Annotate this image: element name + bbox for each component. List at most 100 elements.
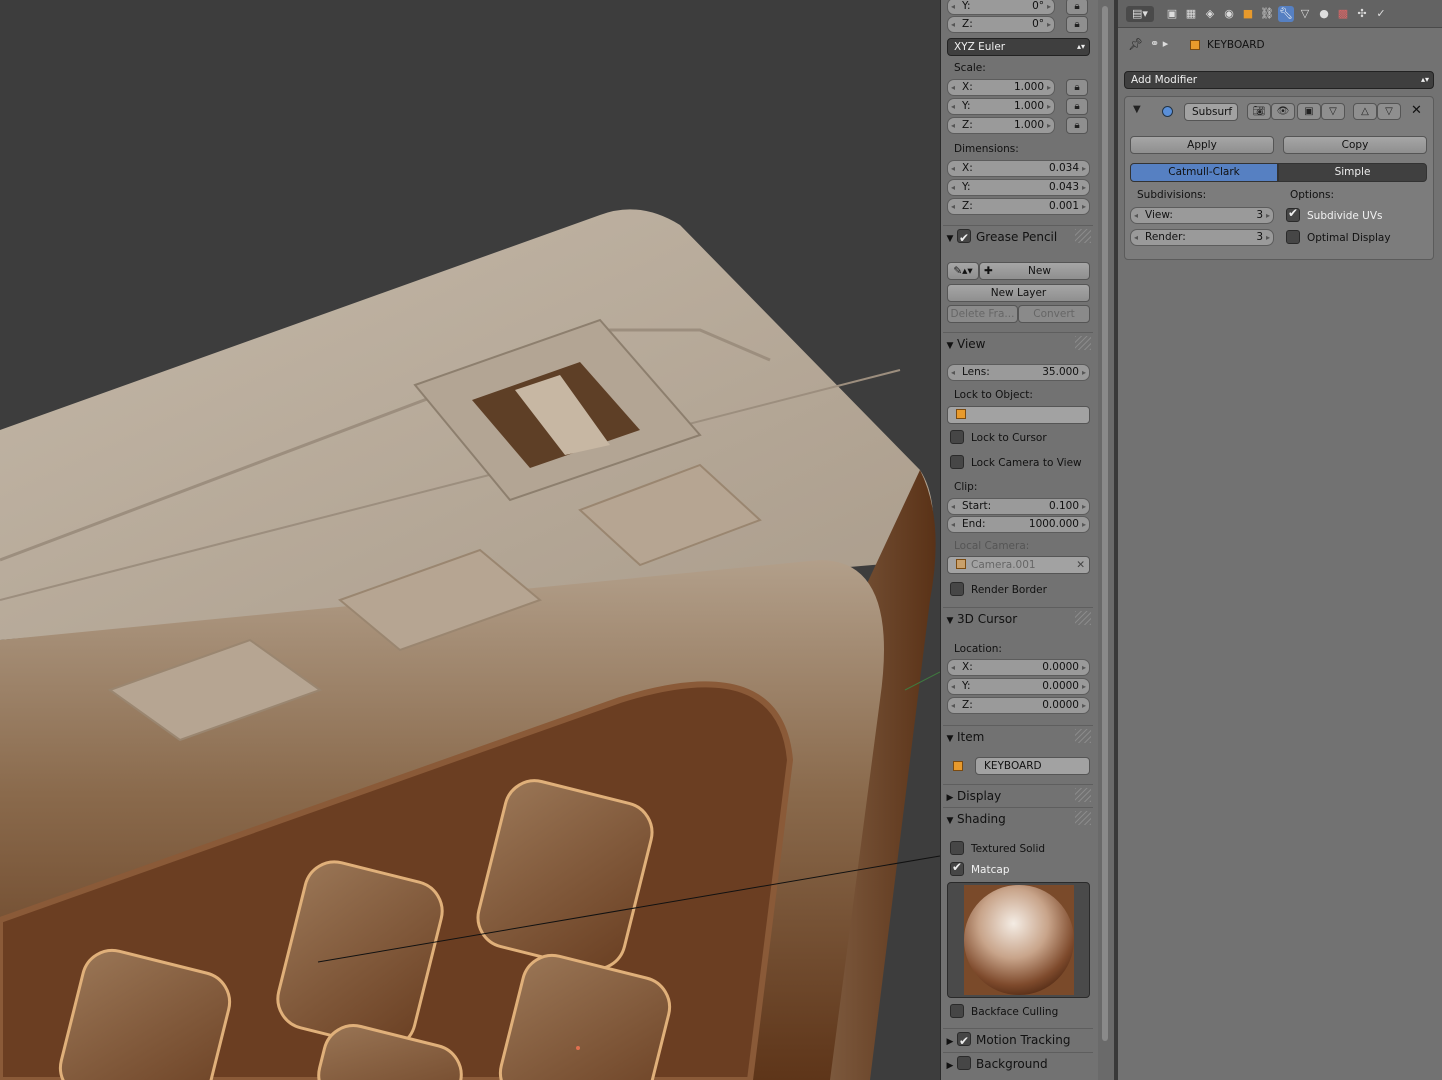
clear-x-icon[interactable]: ✕: [1076, 557, 1085, 573]
cursor-x-field[interactable]: X:0.0000: [947, 659, 1090, 676]
drag-grip-icon[interactable]: [1075, 229, 1091, 243]
particles-context-icon[interactable]: ✣: [1354, 6, 1370, 22]
backface-culling-checkbox[interactable]: [950, 1004, 964, 1018]
dimensions-label: Dimensions:: [954, 143, 1019, 155]
background-images-checkbox[interactable]: [957, 1056, 971, 1070]
lock-rotation-y-button[interactable]: 🔒︎: [1066, 0, 1088, 15]
lock-icon: 🔒︎: [1074, 120, 1080, 131]
view-panel-header[interactable]: ▼ View: [943, 332, 1093, 354]
matcap-preview-button[interactable]: [947, 882, 1090, 998]
on-cage-toggle-icon[interactable]: ▽: [1321, 103, 1345, 120]
item-name-field[interactable]: KEYBOARD: [975, 757, 1090, 775]
expanded-triangle-icon: ▼: [946, 341, 954, 351]
matcap-checkbox[interactable]: [950, 860, 964, 876]
textured-solid-checkbox[interactable]: [950, 841, 964, 855]
edit-mode-toggle-icon[interactable]: ▣: [1297, 103, 1321, 120]
lens-field[interactable]: Lens:35.000: [947, 364, 1090, 381]
dimensions-x-field[interactable]: X:0.034: [947, 160, 1090, 177]
editor-type-menu[interactable]: ▤▾: [1126, 6, 1154, 22]
delete-frame-button[interactable]: Delete Fra...: [947, 305, 1018, 323]
matcap-label: Matcap: [971, 864, 1010, 876]
remove-modifier-close-icon[interactable]: ✕: [1411, 103, 1422, 118]
scale-y-field[interactable]: Y:1.000: [947, 98, 1055, 115]
viewport-toggle-eye-icon[interactable]: 👁︎: [1271, 103, 1295, 120]
constraints-context-icon[interactable]: ⛓: [1259, 6, 1275, 22]
motion-tracking-checkbox[interactable]: [957, 1030, 971, 1052]
lock-icon: 🔒︎: [1074, 19, 1080, 30]
background-images-panel-header[interactable]: ▶Background Images: [943, 1052, 1093, 1074]
catmull-clark-toggle[interactable]: Catmull-Clark: [1130, 163, 1278, 182]
render-layers-context-icon[interactable]: ▦: [1183, 6, 1199, 22]
drag-grip-icon[interactable]: [1075, 611, 1091, 625]
new-layer-button[interactable]: New Layer: [947, 284, 1090, 302]
display-panel-header[interactable]: ▶ Display: [943, 784, 1093, 806]
texture-context-icon[interactable]: ▩: [1335, 6, 1351, 22]
shading-panel-header[interactable]: ▼ Shading: [943, 807, 1093, 829]
lock-to-cursor-checkbox[interactable]: [950, 430, 964, 444]
drag-grip-icon[interactable]: [1075, 729, 1091, 743]
object-data-context-icon[interactable]: ▽: [1297, 6, 1313, 22]
motion-tracking-panel-header[interactable]: ▶Motion Tracking: [943, 1028, 1093, 1052]
simple-toggle[interactable]: Simple: [1278, 163, 1427, 182]
drag-grip-icon[interactable]: [1075, 788, 1091, 802]
object-context-icon[interactable]: ■: [1240, 6, 1256, 22]
drag-grip-icon[interactable]: [1075, 336, 1091, 350]
render-context-icon[interactable]: ▣: [1164, 6, 1180, 22]
modifier-name-field[interactable]: Subsurf: [1184, 103, 1238, 121]
item-panel-header[interactable]: ▼ Item: [943, 725, 1093, 747]
scene-context-icon[interactable]: ◈: [1202, 6, 1218, 22]
dimensions-y-field[interactable]: Y:0.043: [947, 179, 1090, 196]
updown-arrows-icon: ▴▾: [1076, 42, 1085, 51]
move-up-arrow-icon[interactable]: △: [1353, 103, 1377, 120]
convert-button[interactable]: Convert: [1018, 305, 1090, 323]
scale-z-field[interactable]: Z:1.000: [947, 117, 1055, 134]
cursor-z-field[interactable]: Z:0.0000: [947, 697, 1090, 714]
lock-rotation-z-button[interactable]: 🔒︎: [1066, 16, 1088, 33]
view-subdivisions-field[interactable]: View:3: [1130, 207, 1274, 224]
modifiers-wrench-icon[interactable]: 🔧︎: [1278, 6, 1294, 22]
lock-scale-z-button[interactable]: 🔒︎: [1066, 117, 1088, 134]
grease-pencil-panel-header[interactable]: ▼Grease Pencil: [943, 225, 1093, 249]
apply-button[interactable]: Apply: [1130, 136, 1274, 154]
3d-cursor-panel-header[interactable]: ▼ 3D Cursor: [943, 607, 1093, 629]
scale-label: Scale:: [954, 62, 986, 74]
rotation-z-field[interactable]: Z:0°: [947, 16, 1055, 33]
render-toggle-camera-icon[interactable]: 📷︎: [1247, 103, 1271, 120]
material-context-icon[interactable]: ●: [1316, 6, 1332, 22]
grease-pencil-checkbox[interactable]: [957, 227, 971, 249]
lock-scale-y-button[interactable]: 🔒︎: [1066, 98, 1088, 115]
lock-to-object-field[interactable]: [947, 406, 1090, 424]
subdivide-uvs-checkbox[interactable]: [1286, 206, 1300, 222]
grease-pencil-new-button[interactable]: ✚ New: [979, 262, 1090, 280]
sidebar-scrollbar[interactable]: [1098, 0, 1114, 1080]
object-cube-icon: [1190, 40, 1200, 50]
scrollbar-thumb[interactable]: [1102, 6, 1108, 1041]
world-context-icon[interactable]: ◉: [1221, 6, 1237, 22]
lock-scale-x-button[interactable]: 🔒︎: [1066, 79, 1088, 96]
collapse-triangle-icon[interactable]: ▼: [1133, 104, 1141, 115]
dimensions-z-field[interactable]: Z:0.001: [947, 198, 1090, 215]
move-down-arrow-icon[interactable]: ▽: [1377, 103, 1401, 120]
optimal-display-label: Optimal Display: [1307, 232, 1391, 244]
rotation-y-field[interactable]: Y:0°: [947, 0, 1055, 15]
drag-grip-icon[interactable]: [1075, 811, 1091, 825]
physics-context-icon[interactable]: ✓: [1373, 6, 1389, 22]
grease-pencil-data-selector[interactable]: ✎▴▾: [947, 262, 979, 280]
render-subdivisions-field[interactable]: Render:3: [1130, 229, 1274, 246]
render-border-checkbox[interactable]: [950, 582, 964, 596]
optimal-display-checkbox[interactable]: [1286, 230, 1300, 244]
lock-icon: 🔒︎: [1074, 101, 1080, 112]
copy-button[interactable]: Copy: [1283, 136, 1427, 154]
local-camera-field[interactable]: Camera.001 ✕: [947, 556, 1090, 574]
lock-camera-to-view-checkbox[interactable]: [950, 455, 964, 469]
rotation-mode-select[interactable]: XYZ Euler ▴▾: [947, 38, 1090, 56]
clip-end-field[interactable]: End:1000.000: [947, 516, 1090, 533]
scale-x-field[interactable]: X:1.000: [947, 79, 1055, 96]
clip-start-field[interactable]: Start:0.100: [947, 498, 1090, 515]
cursor-y-field[interactable]: Y:0.0000: [947, 678, 1090, 695]
local-camera-label: Local Camera:: [954, 540, 1030, 552]
3d-viewport[interactable]: [0, 0, 940, 1080]
pin-icon[interactable]: 📌︎: [1128, 37, 1143, 51]
add-modifier-dropdown[interactable]: Add Modifier ▴▾: [1124, 71, 1434, 89]
lock-camera-to-view-label: Lock Camera to View: [971, 457, 1082, 469]
